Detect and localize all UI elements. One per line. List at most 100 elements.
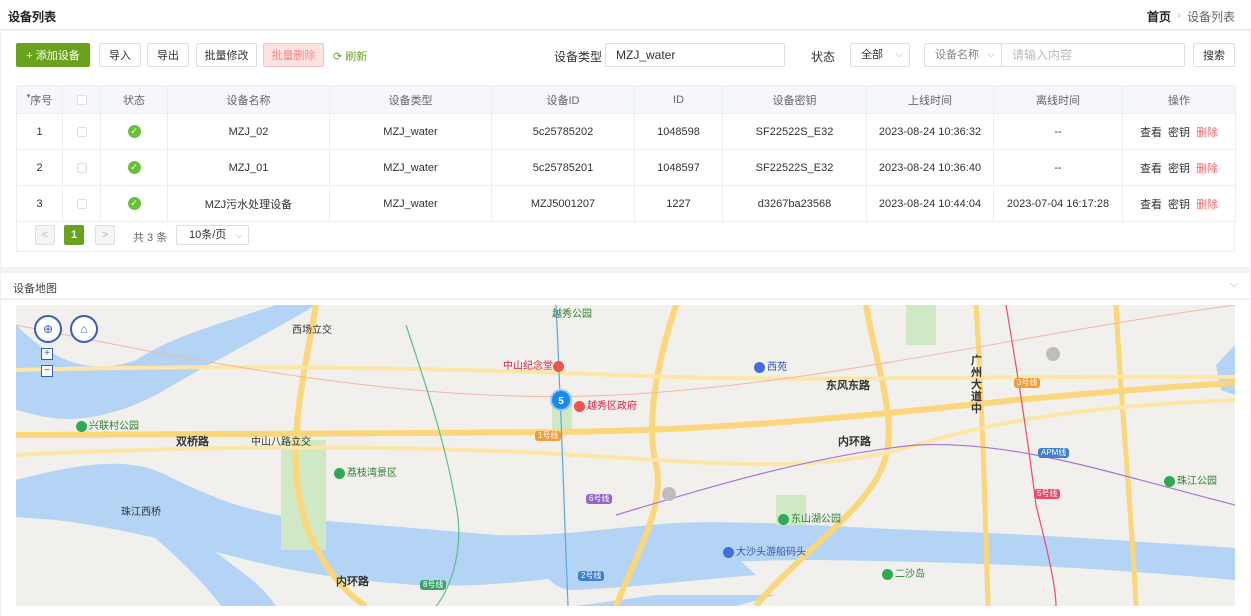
page-1-button[interactable]: 1 bbox=[64, 225, 84, 245]
row-number: 3 bbox=[16, 185, 63, 222]
column-header-select[interactable] bbox=[62, 85, 101, 114]
next-page-button[interactable]: > bbox=[95, 225, 115, 245]
view-link[interactable]: 查看 bbox=[1140, 127, 1162, 139]
view-link[interactable]: 查看 bbox=[1140, 199, 1162, 211]
secret-link[interactable]: 密钥 bbox=[1168, 199, 1190, 211]
export-button[interactable]: 导出 bbox=[147, 43, 189, 67]
row-select-cell bbox=[62, 149, 101, 186]
device-secret: SF22522S_E32 bbox=[722, 149, 867, 186]
table-header-row: ▾序号 状态 设备名称 设备类型 设备ID ID 设备密钥 上线时间 离线时间 … bbox=[16, 85, 1236, 114]
search-field-select[interactable]: 设备名称 ⌵ bbox=[924, 43, 1002, 67]
row-actions: 查看 密钥 删除 bbox=[1122, 149, 1236, 186]
table-row: 3 ✓ MZJ污水处理设备 MZJ_water MZJ5001207 1227 … bbox=[16, 185, 1236, 222]
offline-time: -- bbox=[993, 113, 1123, 150]
map-layer-icon[interactable]: ⌂ bbox=[70, 315, 98, 343]
online-check-icon: ✓ bbox=[127, 197, 141, 210]
metro-line-badge: 3号线 bbox=[1014, 378, 1041, 388]
secret-link[interactable]: 密钥 bbox=[1168, 127, 1190, 139]
view-link[interactable]: 查看 bbox=[1140, 163, 1162, 175]
map-poi: 二沙岛 bbox=[882, 565, 925, 580]
table-row: 1 ✓ MZJ_02 MZJ_water 5c25785202 1048598 … bbox=[16, 113, 1236, 150]
device-id: 5c25785202 bbox=[491, 113, 635, 150]
device-id: MZJ5001207 bbox=[491, 185, 635, 222]
status-cell: ✓ bbox=[100, 185, 168, 222]
column-header-type: 设备类型 bbox=[329, 85, 492, 114]
map-section-header[interactable]: 设备地图 ⌵ bbox=[1, 273, 1250, 299]
zoom-out-button[interactable]: − bbox=[41, 365, 53, 377]
column-header-no[interactable]: ▾序号 bbox=[16, 85, 63, 114]
refresh-label: 刷新 bbox=[345, 51, 368, 63]
online-time: 2023-08-24 10:36:32 bbox=[866, 113, 994, 150]
id: 1048598 bbox=[634, 113, 723, 150]
column-header-secret: 设备密钥 bbox=[722, 85, 867, 114]
refresh-link[interactable]: ⟳ 刷新 bbox=[333, 48, 367, 64]
device-cluster-marker[interactable]: 5 bbox=[550, 389, 572, 411]
delete-link[interactable]: 删除 bbox=[1196, 199, 1218, 211]
map-road-label: 东风东路 bbox=[826, 380, 870, 392]
column-header-id: ID bbox=[634, 85, 723, 114]
park-icon bbox=[1164, 475, 1175, 487]
map-section-title: 设备地图 bbox=[13, 283, 57, 295]
page-size-select[interactable]: 10条/页 ⌵ bbox=[176, 225, 249, 245]
top-bar: 设备列表 首页 › 设备列表 bbox=[0, 0, 1251, 30]
batch-edit-button[interactable]: 批量修改 bbox=[196, 43, 257, 67]
map-road-label: 广州大道中 bbox=[971, 355, 982, 415]
metro-line-badge: 1号线 bbox=[535, 431, 562, 441]
pier-icon bbox=[723, 546, 734, 558]
keyword-input[interactable]: 请输入内容 bbox=[1001, 43, 1185, 67]
column-header-name: 设备名称 bbox=[167, 85, 330, 114]
breadcrumb-home[interactable]: 首页 bbox=[1147, 8, 1171, 25]
device-type: MZJ_water bbox=[329, 185, 492, 222]
map-label: 越秀公园 bbox=[552, 309, 592, 320]
row-checkbox[interactable] bbox=[76, 162, 87, 173]
row-checkbox[interactable] bbox=[76, 198, 87, 209]
status-select[interactable]: 全部 ⌵ bbox=[850, 43, 910, 67]
park-icon bbox=[76, 420, 87, 432]
map-poi: 兴联村公园 bbox=[76, 417, 139, 432]
import-button[interactable]: 导入 bbox=[99, 43, 141, 67]
collapse-chevron-icon[interactable]: ⌵ bbox=[1230, 278, 1238, 291]
poi-marker-icon bbox=[553, 360, 564, 372]
pagination: < 1 > 共 3 条 10条/页 ⌵ bbox=[16, 220, 1235, 252]
map-label: 西场立交 bbox=[292, 325, 332, 336]
column-header-online: 上线时间 bbox=[866, 85, 994, 114]
breadcrumb-current: 设备列表 bbox=[1186, 10, 1235, 24]
map-poi: 珠江公园 bbox=[1164, 472, 1217, 487]
park-icon bbox=[882, 568, 893, 580]
map-panel: ⊕ ⌂ + − 越秀公园 西场立交 中山纪念堂 西苑 东风东路 广州大道中 5 … bbox=[1, 300, 1250, 616]
metro-line-badge: APM线 bbox=[1038, 448, 1070, 458]
device-type-label: 设备类型 bbox=[554, 50, 603, 64]
map-poi: 大沙头游船码头 bbox=[723, 543, 806, 558]
batch-delete-button[interactable]: 批量删除 bbox=[263, 43, 324, 67]
device-name: MZJ污水处理设备 bbox=[167, 185, 330, 222]
delete-link[interactable]: 删除 bbox=[1196, 127, 1218, 139]
map-road-label: 内环路 bbox=[838, 436, 871, 448]
row-select-cell bbox=[62, 185, 101, 222]
prev-page-button[interactable]: < bbox=[35, 225, 55, 245]
delete-link[interactable]: 删除 bbox=[1196, 163, 1218, 175]
offline-time: -- bbox=[993, 149, 1123, 186]
row-checkbox[interactable] bbox=[76, 126, 87, 137]
poi-marker-icon bbox=[754, 361, 765, 373]
select-all-checkbox[interactable] bbox=[76, 94, 87, 105]
row-actions: 查看 密钥 删除 bbox=[1122, 185, 1236, 222]
device-type: MZJ_water bbox=[329, 149, 492, 186]
table-row: 2 ✓ MZJ_01 MZJ_water 5c25785201 1048597 … bbox=[16, 149, 1236, 186]
add-device-button[interactable]: + 添加设备 bbox=[16, 43, 90, 67]
device-map[interactable]: ⊕ ⌂ + − 越秀公园 西场立交 中山纪念堂 西苑 东风东路 广州大道中 5 … bbox=[16, 305, 1235, 606]
map-poi: 西苑 bbox=[754, 358, 787, 373]
secret-link[interactable]: 密钥 bbox=[1168, 163, 1190, 175]
device-type-input[interactable]: MZJ_water bbox=[605, 43, 785, 67]
map-poi: 荔枝湾景区 bbox=[334, 464, 397, 479]
device-name: MZJ_01 bbox=[167, 149, 330, 186]
total-count: 共 3 条 bbox=[133, 232, 168, 244]
pan-control-icon[interactable]: ⊕ bbox=[34, 315, 62, 343]
row-actions: 查看 密钥 删除 bbox=[1122, 113, 1236, 150]
map-label: 中山八路立交 bbox=[251, 437, 311, 448]
zoom-in-button[interactable]: + bbox=[41, 348, 53, 360]
map-road-label: 双桥路 bbox=[176, 436, 209, 448]
search-button[interactable]: 搜索 bbox=[1193, 43, 1235, 67]
metro-line-badge: 6号线 bbox=[586, 494, 613, 504]
online-check-icon: ✓ bbox=[127, 125, 141, 138]
row-number: 2 bbox=[16, 149, 63, 186]
